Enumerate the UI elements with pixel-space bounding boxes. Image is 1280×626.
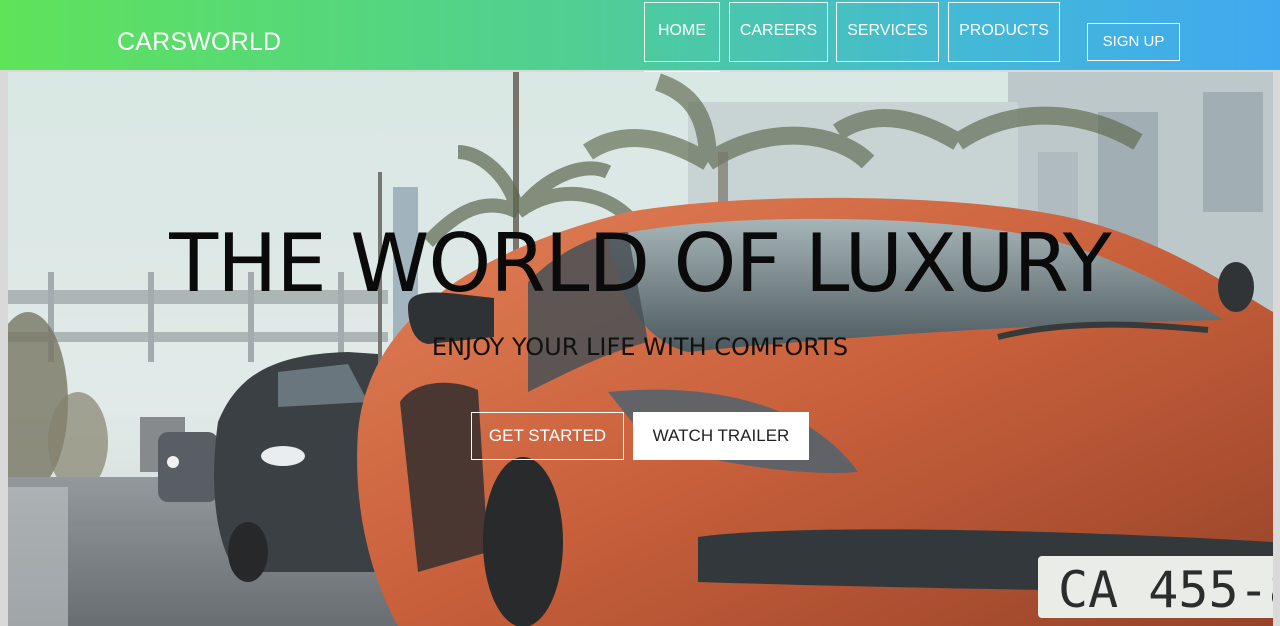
nav-careers[interactable]: CAREERS [729, 2, 828, 62]
nav-services[interactable]: SERVICES [836, 2, 939, 62]
brand-logo[interactable]: CARSWORLD [117, 27, 281, 57]
watch-trailer-button[interactable]: WATCH TRAILER [633, 412, 809, 460]
signup-button[interactable]: SIGN UP [1087, 23, 1180, 61]
get-started-button[interactable]: GET STARTED [471, 412, 624, 460]
hero-subtitle: ENJOY YOUR LIFE WITH COMFORTS [431, 333, 849, 361]
nav-home[interactable]: HOME [644, 2, 720, 62]
top-navbar: CARSWORLD HOME CAREERS SERVICES PRODUCTS… [0, 0, 1280, 70]
nav-products[interactable]: PRODUCTS [948, 2, 1060, 62]
hero-title: THE WORLD OF LUXURY [169, 217, 1112, 310]
